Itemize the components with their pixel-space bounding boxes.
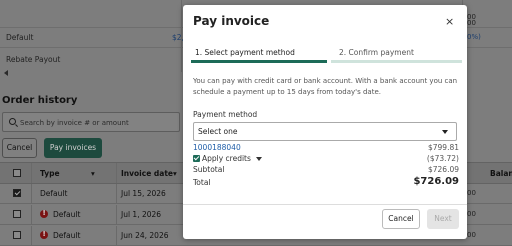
row-balance: 00: [467, 231, 476, 239]
step-1-progress-bar: [191, 60, 327, 63]
step-2-number: 2.: [339, 48, 347, 57]
column-header-type[interactable]: Type: [40, 169, 60, 178]
balance-row-percent: 0%): [467, 33, 481, 41]
step-1: 1. Select payment method: [195, 48, 295, 57]
column-header-invoice-date[interactable]: Invoice date: [121, 169, 173, 178]
chevron-down-icon: [442, 130, 448, 134]
sort-icon: ▾: [91, 169, 95, 178]
modal-title: Pay invoice: [193, 14, 270, 28]
invoice-line: 1000188040 $799.81: [193, 143, 459, 152]
subtotal-amount: $726.09: [427, 165, 459, 174]
column-divider: [116, 184, 117, 203]
row-balance: 00: [467, 189, 476, 197]
row-type: Default: [53, 210, 81, 219]
balance-row-label: Rebate Payout: [6, 55, 61, 64]
total-label: Total: [193, 178, 211, 187]
row-date: Jun 24, 2026: [121, 231, 169, 240]
footer-divider: [183, 204, 467, 205]
row-date: Jul 1, 2026: [121, 210, 162, 219]
chevron-down-icon[interactable]: [256, 157, 262, 161]
column-divider: [116, 163, 117, 183]
apply-credits-amount: ($73.72): [426, 154, 459, 163]
next-button[interactable]: Next: [427, 209, 459, 229]
apply-credits-label[interactable]: Apply credits: [202, 154, 251, 163]
subtotal-line: Subtotal $726.09: [193, 165, 459, 174]
search-input[interactable]: Search by invoice # or amount: [2, 112, 180, 132]
sort-icon: ▾: [173, 169, 177, 178]
column-header-balance[interactable]: Balan: [490, 169, 512, 178]
step-1-number: 1.: [195, 48, 203, 57]
pay-invoice-modal: Pay invoice × 1. Select payment method 2…: [183, 5, 467, 239]
column-divider: [31, 163, 32, 183]
stepper: 1. Select payment method 2. Confirm paym…: [191, 45, 462, 65]
order-history-title: Order history: [2, 95, 78, 106]
row-balance: 00: [467, 210, 476, 218]
modal-cancel-button[interactable]: Cancel: [382, 209, 420, 229]
step-2-label: Confirm payment: [348, 48, 414, 57]
column-divider: [31, 184, 32, 203]
row-type: Default: [40, 189, 68, 198]
column-divider: [116, 226, 117, 245]
total-amount: $726.09: [413, 176, 459, 187]
error-icon: [40, 230, 48, 239]
row-checkbox[interactable]: [13, 210, 21, 218]
step-2-progress-bar: [331, 60, 462, 63]
payment-method-value: Select one: [198, 127, 238, 136]
scroll-left-arrow[interactable]: [4, 70, 8, 76]
search-icon: [9, 118, 16, 125]
error-icon: [40, 209, 48, 218]
balance-row-value: 00: [467, 19, 476, 27]
column-divider: [31, 205, 32, 224]
invoice-amount: $799.81: [427, 143, 459, 152]
row-date: Jul 15, 2026: [121, 189, 166, 198]
step-1-label: Select payment method: [204, 48, 295, 57]
invoice-number-link[interactable]: 1000188040: [193, 143, 241, 152]
payment-method-select[interactable]: Select one: [193, 122, 457, 141]
payment-method-label: Payment method: [193, 110, 258, 119]
payment-description: You can pay with credit card or bank acc…: [193, 77, 458, 96]
row-checkbox[interactable]: [13, 189, 21, 197]
close-icon[interactable]: ×: [445, 15, 454, 28]
column-divider: [31, 226, 32, 245]
total-line: Total $726.09: [193, 176, 459, 187]
balance-row-label: Default: [6, 33, 34, 42]
apply-credits-checkbox[interactable]: [193, 155, 200, 162]
step-2: 2. Confirm payment: [339, 48, 414, 57]
subtotal-label: Subtotal: [193, 165, 225, 174]
pay-invoices-button[interactable]: Pay invoices: [44, 138, 102, 158]
row-checkbox[interactable]: [13, 231, 21, 239]
search-placeholder: Search by invoice # or amount: [20, 118, 129, 127]
column-divider: [116, 205, 117, 224]
select-all-checkbox[interactable]: [13, 169, 21, 177]
row-type: Default: [53, 231, 81, 240]
cancel-button[interactable]: Cancel: [2, 138, 37, 158]
